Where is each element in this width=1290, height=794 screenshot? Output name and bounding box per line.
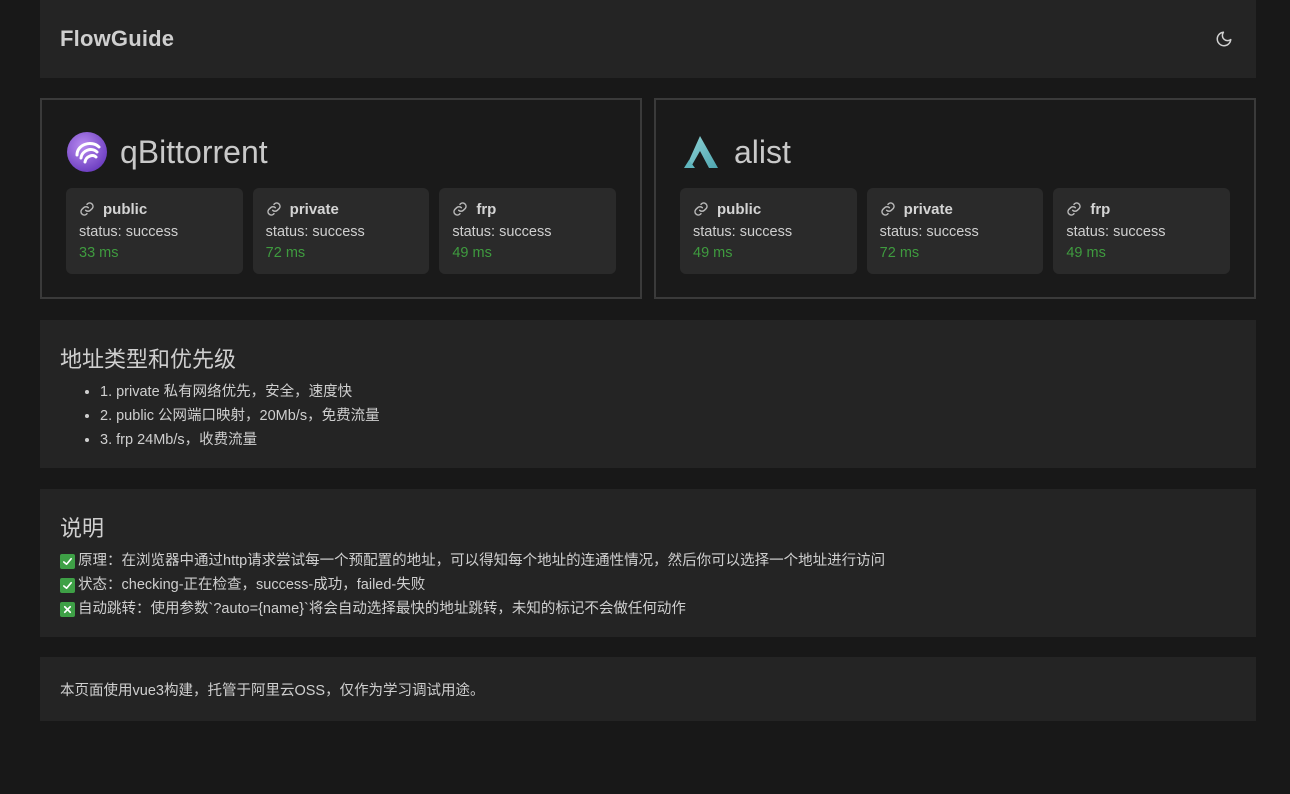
app-header: alist bbox=[680, 130, 1230, 174]
link-icon bbox=[1066, 201, 1082, 217]
qbittorrent-logo bbox=[66, 131, 108, 173]
theme-toggle-button[interactable] bbox=[1212, 27, 1236, 51]
description-item: 原理：在浏览器中通过http请求尝试每一个预配置的地址，可以得知每个地址的连通性… bbox=[60, 549, 1236, 573]
link-latency: 49 ms bbox=[1066, 245, 1106, 261]
priority-panel: 地址类型和优先级 1. private 私有网络优先，安全，速度快 2. pub… bbox=[40, 320, 1256, 468]
check-mark-icon bbox=[60, 577, 75, 593]
description-panel: 说明 原理：在浏览器中通过http请求尝试每一个预配置的地址，可以得知每个地址的… bbox=[40, 489, 1256, 637]
brand-title: FlowGuide bbox=[60, 26, 175, 51]
list-item: 1. private 私有网络优先，安全，速度快 bbox=[100, 380, 1236, 404]
app-name: qBittorrent bbox=[120, 133, 268, 170]
check-mark-icon bbox=[60, 553, 75, 569]
link-status: status: success bbox=[693, 224, 793, 240]
app-header: qBittorrent bbox=[66, 130, 616, 174]
link-status: status: success bbox=[879, 224, 979, 240]
page: FlowGuide qBittorrent public status: suc… bbox=[40, 0, 1256, 721]
link-icon bbox=[880, 201, 896, 217]
link-icon bbox=[266, 201, 282, 217]
link-label: private bbox=[903, 200, 953, 218]
link-icon bbox=[452, 201, 468, 217]
link-card-private[interactable]: private status: success 72 ms bbox=[252, 188, 430, 274]
link-latency: 33 ms bbox=[79, 245, 119, 261]
footer-text: 本页面使用vue3构建，托管于阿里云OSS，仅作为学习调试用途。 bbox=[60, 682, 485, 699]
top-bar: FlowGuide bbox=[40, 0, 1256, 78]
link-label: frp bbox=[476, 200, 497, 218]
link-list: public status: success 33 ms private sta… bbox=[66, 188, 617, 274]
link-latency: 72 ms bbox=[265, 245, 306, 261]
link-status: status: success bbox=[265, 224, 365, 240]
link-card-public[interactable]: public status: success 49 ms bbox=[680, 188, 857, 274]
link-label: public bbox=[103, 200, 148, 218]
link-latency: 72 ms bbox=[879, 245, 920, 261]
cross-mark-icon bbox=[60, 601, 75, 617]
link-status: status: success bbox=[452, 224, 552, 240]
link-icon bbox=[79, 201, 95, 217]
description-text: 状态：checking-正在检查，success-成功，failed-失败 bbox=[78, 577, 426, 593]
app-cards: qBittorrent public status: success 33 ms bbox=[40, 98, 1256, 299]
link-card-public[interactable]: public status: success 33 ms bbox=[66, 188, 243, 274]
priority-list: 1. private 私有网络优先，安全，速度快 2. public 公网端口映… bbox=[60, 380, 1236, 452]
footer: 本页面使用vue3构建，托管于阿里云OSS，仅作为学习调试用途。 bbox=[40, 657, 1256, 721]
moon-icon bbox=[1216, 31, 1232, 47]
link-icon bbox=[693, 201, 709, 217]
link-label: private bbox=[289, 200, 339, 218]
description-title: 说明 bbox=[60, 516, 105, 541]
description-text: 自动跳转：使用参数`?auto={name}`将会自动选择最快的地址跳转，未知的… bbox=[78, 601, 686, 617]
link-card-private[interactable]: private status: success 72 ms bbox=[866, 188, 1044, 274]
link-card-frp[interactable]: frp status: success 49 ms bbox=[1053, 188, 1231, 274]
description-item: 自动跳转：使用参数`?auto={name}`将会自动选择最快的地址跳转，未知的… bbox=[60, 597, 1236, 621]
link-card-frp[interactable]: frp status: success 49 ms bbox=[439, 188, 617, 274]
list-item: 2. public 公网端口映射，20Mb/s，免费流量 bbox=[100, 404, 1236, 428]
app-name: alist bbox=[734, 133, 791, 170]
app-card-alist: alist public status: success 49 ms priva… bbox=[654, 98, 1256, 299]
priority-title: 地址类型和优先级 bbox=[60, 347, 237, 372]
link-label: public bbox=[717, 200, 762, 218]
description-text: 原理：在浏览器中通过http请求尝试每一个预配置的地址，可以得知每个地址的连通性… bbox=[78, 553, 886, 569]
link-status: status: success bbox=[79, 224, 179, 240]
link-status: status: success bbox=[1066, 224, 1166, 240]
link-latency: 49 ms bbox=[693, 245, 733, 261]
link-label: frp bbox=[1090, 200, 1111, 218]
list-item: 3. frp 24Mb/s，收费流量 bbox=[100, 428, 1236, 452]
link-list: public status: success 49 ms private sta… bbox=[680, 188, 1231, 274]
app-card-qbittorrent: qBittorrent public status: success 33 ms bbox=[40, 98, 642, 299]
link-latency: 49 ms bbox=[452, 245, 492, 261]
description-item: 状态：checking-正在检查，success-成功，failed-失败 bbox=[60, 573, 1236, 597]
alist-logo bbox=[680, 131, 722, 173]
